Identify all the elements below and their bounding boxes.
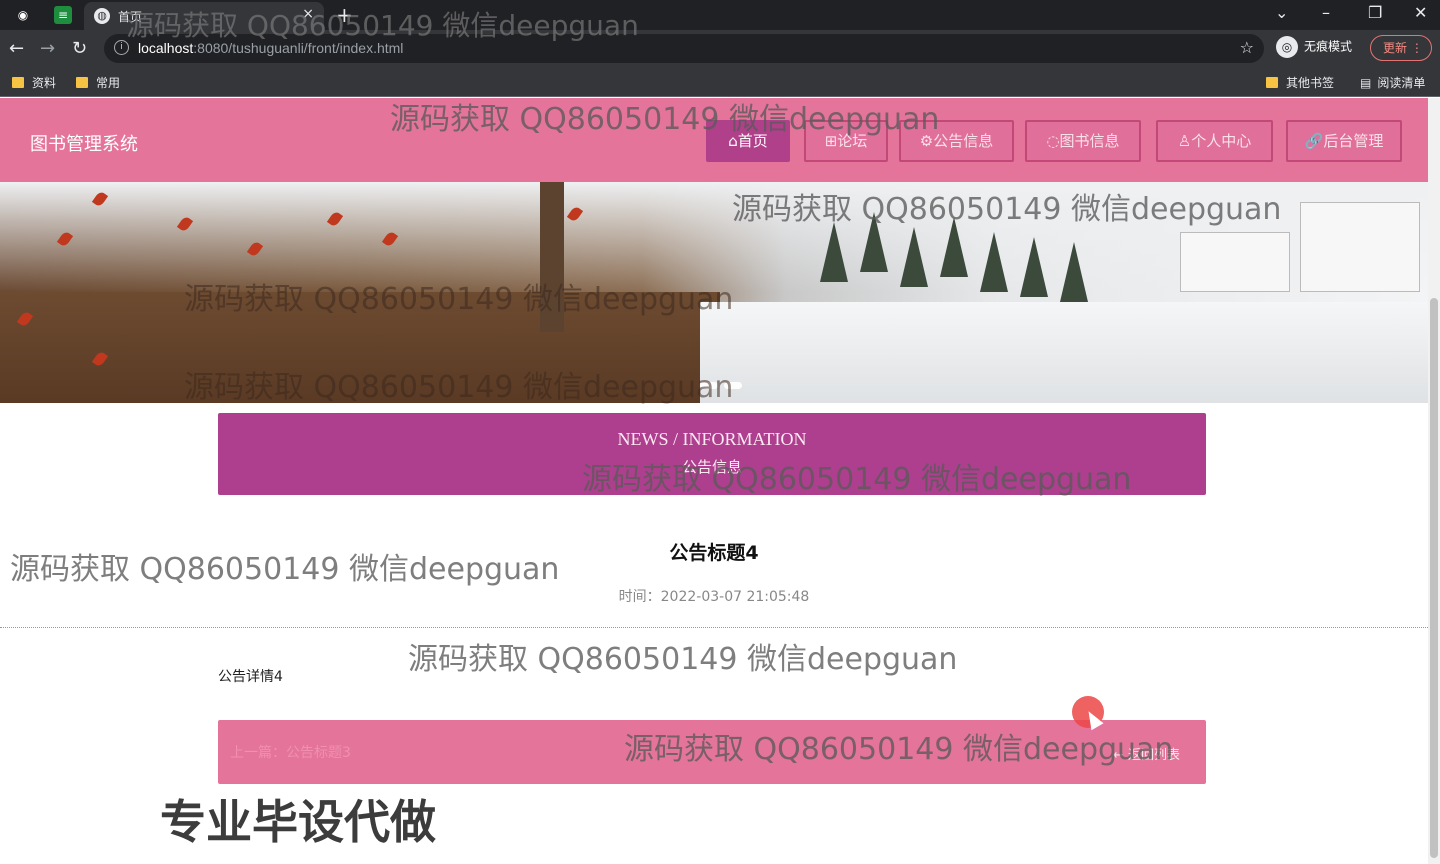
divider	[0, 627, 1428, 628]
nav-admin[interactable]: 🔗后台管理	[1286, 120, 1402, 162]
page-content: 图书管理系统 ⌂首页 ⊞论坛 ⚙公告信息 ◌图书信息 ♙个人中心 🔗后台管理 N…	[0, 98, 1428, 864]
incognito-icon: ◎	[1276, 36, 1298, 58]
bookmark-label: 常用	[96, 76, 121, 90]
page-scrollbar[interactable]	[1428, 98, 1440, 864]
minimize-icon[interactable]: –	[1322, 3, 1330, 22]
watermark: 源码获取 QQ86050149 微信deepguan	[408, 642, 958, 677]
watermark: 源码获取 QQ86050149 微信deepguan	[184, 370, 734, 405]
banner-house	[1300, 202, 1420, 292]
bookmark-label: 阅读清单	[1377, 76, 1426, 90]
pine-tree	[1020, 237, 1048, 297]
watermark: 源码获取 QQ86050149 微信deepguan	[390, 102, 940, 137]
bookmark-folder-ziliao[interactable]: 资料	[12, 74, 56, 91]
bookmark-label: 其他书签	[1286, 76, 1335, 90]
globe-icon: ◍	[94, 8, 110, 24]
banner-snow-ground	[700, 302, 1428, 403]
forward-icon[interactable]: →	[40, 38, 55, 59]
pine-tree	[820, 222, 848, 282]
prev-article-link[interactable]: 上一篇：公告标题3	[230, 742, 351, 762]
time-label: 时间：	[618, 589, 661, 605]
incognito-indicator[interactable]: ◎ 无痕模式	[1276, 36, 1352, 58]
folder-icon	[1266, 77, 1278, 88]
reading-list-icon: ▤	[1360, 76, 1372, 90]
watermark: 源码获取 QQ86050149 微信deepguan	[126, 9, 639, 42]
article-time: 时间：2022-03-07 21:05:48	[0, 586, 1428, 606]
watermark: 源码获取 QQ86050149 微信deepguan	[184, 282, 734, 317]
folder-icon	[76, 77, 88, 88]
reload-icon[interactable]: ↻	[72, 38, 87, 59]
banner-house	[1180, 232, 1290, 292]
browser-menu-icon[interactable]: ◉	[14, 6, 32, 24]
tab-search-icon[interactable]: ⌄	[1275, 3, 1288, 22]
article-body: 公告详情4	[218, 669, 283, 685]
other-bookmarks[interactable]: 其他书签	[1266, 74, 1334, 91]
nav-books[interactable]: ◌图书信息	[1025, 120, 1141, 162]
restore-icon[interactable]: ❐	[1368, 3, 1382, 22]
pine-tree	[1060, 242, 1088, 302]
watermark: 源码获取 QQ86050149 微信deepguan	[732, 192, 1282, 227]
section-title-en: NEWS / INFORMATION	[617, 429, 807, 449]
close-window-icon[interactable]: ✕	[1414, 3, 1427, 22]
bookmark-star-icon[interactable]: ☆	[1240, 38, 1254, 57]
watermark: 源码获取 QQ86050149 微信deepguan	[582, 462, 1132, 497]
pine-tree	[980, 232, 1008, 292]
pine-tree	[900, 227, 928, 287]
site-logo[interactable]: 图书管理系统	[30, 130, 138, 156]
sheets-tab-icon[interactable]: ≡	[54, 6, 72, 24]
update-button[interactable]: 更新 ⋮	[1370, 35, 1432, 61]
scrollbar-thumb[interactable]	[1430, 298, 1438, 858]
watermark: 源码获取 QQ86050149 微信deepguan	[10, 552, 560, 587]
bookmark-label: 资料	[32, 76, 57, 90]
folder-icon	[12, 77, 24, 88]
watermark: 源码获取 QQ86050149 微信deepguan	[624, 732, 1174, 767]
time-value: 2022-03-07 21:05:48	[660, 589, 810, 605]
reading-list[interactable]: ▤ 阅读清单	[1360, 74, 1425, 91]
bookmarks-bar: 资料 常用 其他书签 ▤ 阅读清单	[0, 67, 1440, 97]
nav-profile[interactable]: ♙个人中心	[1156, 120, 1273, 162]
back-icon[interactable]: ←	[9, 38, 24, 59]
bookmark-folder-changyong[interactable]: 常用	[76, 74, 120, 91]
incognito-label: 无痕模式	[1304, 39, 1353, 54]
watermark-big: 专业毕设代做	[160, 795, 436, 849]
